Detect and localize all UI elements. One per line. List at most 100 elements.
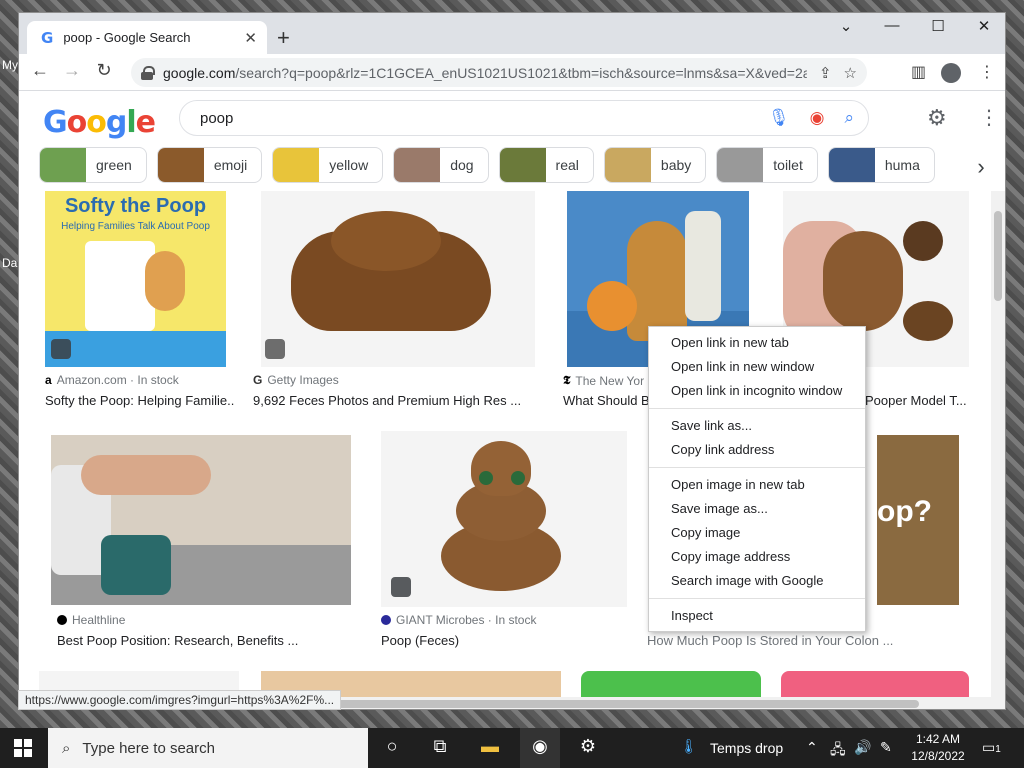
menu-item-open-link-in-new-window[interactable]: Open link in new window <box>649 355 865 379</box>
network-icon[interactable]: 🖧 <box>830 739 846 763</box>
result-image[interactable]: Softy the Poop Helping Families Talk Abo… <box>45 191 226 367</box>
menu-item-copy-link-address[interactable]: Copy link address <box>649 438 865 462</box>
address-bar[interactable]: google.com/search?q=poop&rlz=1C1GCEA_enU… <box>131 58 867 87</box>
result-caption[interactable]: Pooper Model T... <box>865 393 975 408</box>
chip-thumbnail <box>273 148 320 182</box>
result-caption[interactable]: Best Poop Position: Research, Benefits .… <box>57 633 377 648</box>
menu-separator <box>649 467 865 468</box>
close-icon[interactable]: ✕ <box>244 29 257 47</box>
result-caption[interactable]: 9,692 Feces Photos and Premium High Res … <box>253 393 543 408</box>
scrollbar-thumb[interactable] <box>994 211 1002 301</box>
url-text[interactable]: google.com/search?q=poop&rlz=1C1GCEA_enU… <box>163 65 807 81</box>
menu-item-save-image-as[interactable]: Save image as... <box>649 497 865 521</box>
tab-strip: G poop - Google Search ✕ + ⌄ — ☐ ✕ <box>19 13 1005 54</box>
chip-baby[interactable]: baby <box>603 147 707 183</box>
taskbar-search[interactable]: ⌕ Type here to search <box>48 728 368 768</box>
minimize-button[interactable]: — <box>869 17 915 34</box>
chip-toilet[interactable]: toilet <box>716 147 818 183</box>
microphone-icon[interactable]: 🎙 <box>768 108 790 128</box>
chrome-icon[interactable]: ◉ <box>520 728 560 768</box>
lock-icon[interactable] <box>141 65 155 80</box>
result-source[interactable]: GIANT Microbes · In stock <box>381 613 536 627</box>
result-caption[interactable]: What Should Ba <box>563 393 653 408</box>
url-host: google.com <box>163 64 236 81</box>
chip-label: real <box>555 157 579 173</box>
scrollbar-thumb[interactable] <box>319 700 919 708</box>
chevron-up-icon[interactable]: ⌃ <box>806 739 818 756</box>
chip-real[interactable]: real <box>498 147 594 183</box>
menu-item-copy-image-address[interactable]: Copy image address <box>649 545 865 569</box>
reload-button[interactable]: ↻ <box>91 60 117 81</box>
result-caption[interactable]: Poop (Feces) <box>381 633 621 648</box>
result-source[interactable]: Healthline <box>57 613 125 627</box>
shorts-shape <box>101 535 171 595</box>
camera-lens-icon[interactable]: ◉ <box>810 108 825 128</box>
search-box[interactable]: poop 🎙 ◉ ⌕ <box>179 100 869 136</box>
result-image[interactable] <box>261 191 535 367</box>
browser-toolbar: ← → ↻ google.com/search?q=poop&rlz=1C1GC… <box>19 54 1005 91</box>
menu-item-copy-image[interactable]: Copy image <box>649 521 865 545</box>
result-caption[interactable]: How Much Poop Is Stored in Your Colon ..… <box>647 633 897 648</box>
side-panel-icon[interactable]: ▥ <box>911 62 926 82</box>
chip-yellow[interactable]: yellow <box>272 147 384 183</box>
result-source[interactable]: G Getty Images <box>253 373 339 387</box>
forward-button[interactable]: → <box>59 60 85 81</box>
chip-dog[interactable]: dog <box>393 147 489 183</box>
start-button[interactable] <box>14 739 32 757</box>
notification-count: 1 <box>995 744 1001 755</box>
apps-grid-icon[interactable]: ⋮⋮ <box>979 105 1005 130</box>
result-source[interactable]: 𝕿 The New Yor <box>563 373 644 388</box>
bookmark-star-icon[interactable]: ☆ <box>844 64 857 82</box>
poop-figure <box>627 221 687 341</box>
share-icon[interactable]: ⇪ <box>819 64 832 82</box>
desktop-icon-label[interactable]: Da <box>2 256 17 270</box>
chip-huma[interactable]: huma <box>827 147 935 183</box>
search-input[interactable]: poop <box>200 110 748 127</box>
new-tab-button[interactable]: + <box>277 25 290 51</box>
result-image[interactable] <box>781 671 969 697</box>
menu-item-save-link-as[interactable]: Save link as... <box>649 414 865 438</box>
weather-icon[interactable]: 🌡 <box>680 738 698 755</box>
chip-green[interactable]: green <box>39 147 147 183</box>
tab-google-search[interactable]: G poop - Google Search ✕ <box>27 21 267 54</box>
gear-icon[interactable]: ⚙ <box>927 105 947 131</box>
menu-item-search-image-with-google[interactable]: Search image with Google <box>649 569 865 593</box>
pen-icon[interactable]: ✎ <box>880 739 892 756</box>
chip-label: emoji <box>213 157 248 173</box>
menu-item-open-link-in-incognito-window[interactable]: Open link in incognito window <box>649 379 865 403</box>
back-button[interactable]: ← <box>27 60 53 81</box>
file-explorer-icon[interactable]: ▬ <box>470 736 510 757</box>
result-image[interactable]: op? <box>877 435 959 605</box>
menu-item-open-image-in-new-tab[interactable]: Open image in new tab <box>649 473 865 497</box>
desktop-icon-label[interactable]: My <box>2 58 18 72</box>
maximize-button[interactable]: ☐ <box>915 17 961 35</box>
status-url: https://www.google.com/imgres?imgurl=htt… <box>18 690 342 710</box>
profile-avatar[interactable] <box>941 63 961 83</box>
google-logo[interactable]: Google <box>43 105 156 140</box>
notification-icon[interactable]: ▭1 <box>982 739 1001 756</box>
menu-item-open-link-in-new-tab[interactable]: Open link in new tab <box>649 331 865 355</box>
source-text: Getty Images <box>267 373 339 387</box>
close-window-button[interactable]: ✕ <box>961 17 1005 35</box>
poop-shape <box>903 221 943 261</box>
google-favicon-icon: G <box>41 28 54 47</box>
vertical-scrollbar[interactable] <box>991 191 1005 697</box>
menu-item-inspect[interactable]: Inspect <box>649 604 865 628</box>
cortana-icon[interactable]: ○ <box>372 736 412 757</box>
search-icon[interactable]: ⌕ <box>844 108 854 128</box>
result-image[interactable] <box>381 431 627 607</box>
result-caption[interactable]: Softy the Poop: Helping Familie... <box>45 393 235 408</box>
result-source[interactable]: a Amazon.com · In stock <box>45 373 179 387</box>
clock[interactable]: 1:42 AM 12/8/2022 <box>900 731 976 765</box>
volume-icon[interactable]: 🔊 <box>854 739 871 756</box>
result-image[interactable] <box>581 671 761 697</box>
book-subtitle: Helping Families Talk About Poop <box>61 221 210 232</box>
chevron-right-icon[interactable]: › <box>959 147 1003 187</box>
menu-kebab-icon[interactable]: ⋮ <box>979 62 995 82</box>
weather-text[interactable]: Temps drop <box>710 740 783 756</box>
settings-gear-icon[interactable]: ⚙ <box>568 736 608 757</box>
task-view-icon[interactable]: ⧉ <box>420 736 460 757</box>
chip-emoji[interactable]: emoji <box>156 147 263 183</box>
tab-search-icon[interactable]: ⌄ <box>823 17 869 35</box>
result-image[interactable] <box>51 435 351 605</box>
